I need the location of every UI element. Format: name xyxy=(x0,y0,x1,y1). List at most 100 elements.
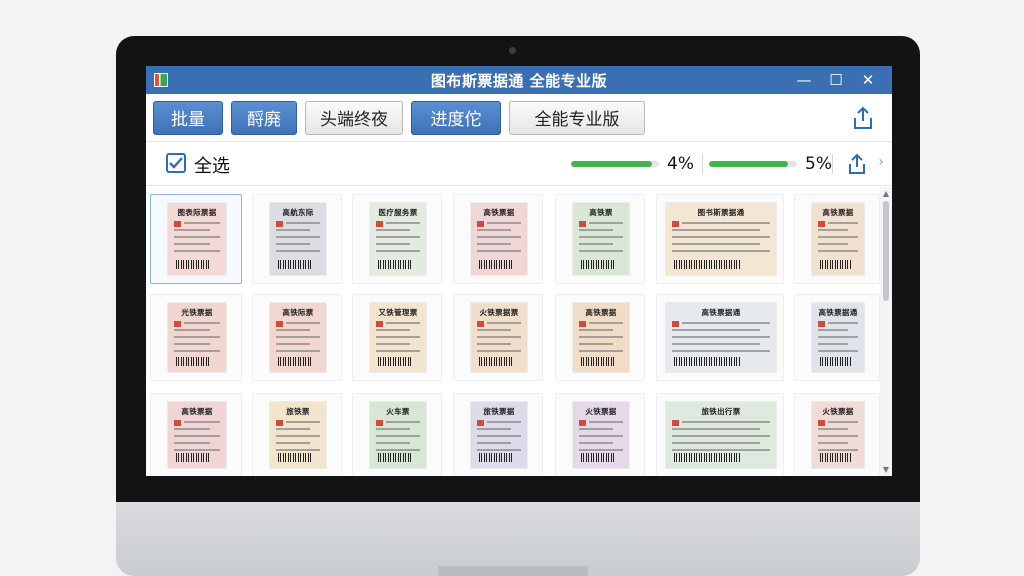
close-button[interactable]: ✕ xyxy=(852,66,884,94)
ticket-card[interactable]: 图表际票据 xyxy=(150,194,242,284)
ticket-card[interactable]: 旅铁票 xyxy=(252,393,342,476)
ticket-text-line xyxy=(376,442,410,444)
title-bar[interactable]: 图布斯票据通 全能专业版 — ☐ ✕ xyxy=(146,66,892,94)
ticket-title: 高铁票据 xyxy=(181,407,213,416)
ticket-text-line xyxy=(184,421,220,423)
barcode xyxy=(278,357,312,366)
ticket-card[interactable]: 高铁票据 xyxy=(794,194,880,284)
ticket-title: 高铁票据通 xyxy=(818,308,858,317)
ticket-stamp xyxy=(579,420,586,426)
ticket-title: 高铁票据 xyxy=(822,208,854,217)
ticket-stamp xyxy=(174,221,181,227)
ticket-stamp xyxy=(818,321,825,327)
ticket-card[interactable]: 高铁票据 xyxy=(453,194,543,284)
toolbar-button-3[interactable]: 头端终夜 xyxy=(305,100,403,135)
ticket-card[interactable]: 图书斯票据通 xyxy=(656,194,784,284)
ticket-text-line xyxy=(828,421,858,423)
ticket-image: 图表际票据 xyxy=(168,203,226,275)
ticket-text-line xyxy=(579,229,613,231)
ticket-stamp xyxy=(579,221,586,227)
ticket-text-line xyxy=(286,222,320,224)
scroll-down-icon[interactable]: ▼ xyxy=(880,465,892,474)
ticket-card[interactable]: 高铁票据通 xyxy=(656,294,784,381)
barcode xyxy=(176,260,211,269)
ticket-stamp xyxy=(672,221,679,227)
ticket-card[interactable]: 火铁票据 xyxy=(555,393,645,476)
ticket-text-line xyxy=(672,442,760,444)
ticket-card[interactable]: 高铁票 xyxy=(555,194,645,284)
ticket-stamp xyxy=(579,321,586,327)
ticket-card[interactable]: 火铁票据 xyxy=(794,393,880,476)
ticket-card[interactable]: 医疗服务票 xyxy=(352,194,442,284)
ticket-card[interactable]: 高铁际票 xyxy=(252,294,342,381)
ticket-text-line xyxy=(376,336,420,338)
ticket-text-line xyxy=(487,222,521,224)
ticket-text-line xyxy=(276,236,320,238)
ticket-image: 高铁际票 xyxy=(270,303,326,372)
ticket-title: 旅铁票据 xyxy=(483,407,515,416)
ticket-stamp xyxy=(477,221,484,227)
ticket-text-line xyxy=(174,350,220,352)
ticket-text-line xyxy=(672,329,760,331)
ticket-card[interactable]: 旅铁票据 xyxy=(453,393,543,476)
ticket-text-line xyxy=(818,350,858,352)
share-icon[interactable] xyxy=(848,103,878,133)
toolbar: 批量 酹廃 头端终夜 进度佗 全能专业版 xyxy=(146,94,892,142)
ticket-card[interactable]: 旅铁出行票 xyxy=(656,393,784,476)
ticket-card[interactable]: 又铁管理票 xyxy=(352,294,442,381)
ticket-text-line xyxy=(818,236,858,238)
ticket-text-line xyxy=(376,243,410,245)
batch-button[interactable]: 批量 xyxy=(153,100,223,135)
barcode xyxy=(581,357,615,366)
ticket-text-line xyxy=(672,236,770,238)
ticket-card[interactable]: 高航东际 xyxy=(252,194,342,284)
ticket-text-line xyxy=(579,236,623,238)
select-all-checkbox[interactable] xyxy=(166,153,186,173)
ticket-card[interactable]: 高铁票据 xyxy=(150,393,242,476)
barcode xyxy=(674,357,740,366)
ticket-text-line xyxy=(376,329,410,331)
ticket-text-line xyxy=(174,435,220,437)
ticket-text-line xyxy=(487,322,521,324)
ticket-title: 火车票 xyxy=(386,407,410,416)
ticket-card[interactable]: 火铁票据票 xyxy=(453,294,543,381)
ticket-image: 高铁票据 xyxy=(812,203,864,275)
ticket-image: 光铁票据 xyxy=(168,303,226,372)
minimize-button[interactable]: — xyxy=(788,66,820,94)
scroll-thumb[interactable] xyxy=(883,201,889,301)
ticket-image: 火车票 xyxy=(370,402,426,468)
ticket-text-line xyxy=(682,222,770,224)
ticket-card[interactable]: 高铁票据 xyxy=(555,294,645,381)
barcode xyxy=(278,260,312,269)
ticket-text-line xyxy=(818,343,848,345)
ticket-card[interactable]: 高铁票据通 xyxy=(794,294,880,381)
status-row: 全选 4% 5% › xyxy=(146,142,892,186)
ticket-image: 高铁票据 xyxy=(168,402,226,468)
ticket-text-line xyxy=(376,435,420,437)
barcode xyxy=(674,453,740,462)
ticket-card[interactable]: 光铁票据 xyxy=(150,294,242,381)
ticket-text-line xyxy=(174,243,210,245)
ticket-card[interactable]: 火车票 xyxy=(352,393,442,476)
ticket-text-line xyxy=(477,243,511,245)
chevron-right-icon[interactable]: › xyxy=(878,154,884,170)
barcode xyxy=(479,453,513,462)
barcode xyxy=(581,453,615,462)
ticket-text-line xyxy=(174,250,220,252)
ticket-text-line xyxy=(818,336,858,338)
ticket-text-line xyxy=(672,229,760,231)
vertical-scrollbar[interactable]: ▲ ▼ xyxy=(880,187,892,476)
toolbar-button-2[interactable]: 酹廃 xyxy=(231,100,297,135)
ticket-text-line xyxy=(174,336,220,338)
progress-button[interactable]: 进度佗 xyxy=(411,100,501,135)
export-icon[interactable] xyxy=(844,150,870,178)
ticket-title: 火铁票据 xyxy=(822,407,854,416)
ticket-text-line xyxy=(579,449,623,451)
progress-percent-1: 4% xyxy=(667,154,694,174)
pro-edition-button[interactable]: 全能专业版 xyxy=(509,100,645,135)
maximize-button[interactable]: ☐ xyxy=(820,66,852,94)
ticket-text-line xyxy=(477,435,521,437)
ticket-text-line xyxy=(818,250,858,252)
progress-group-1: 4% xyxy=(571,142,694,186)
scroll-up-icon[interactable]: ▲ xyxy=(880,189,892,198)
